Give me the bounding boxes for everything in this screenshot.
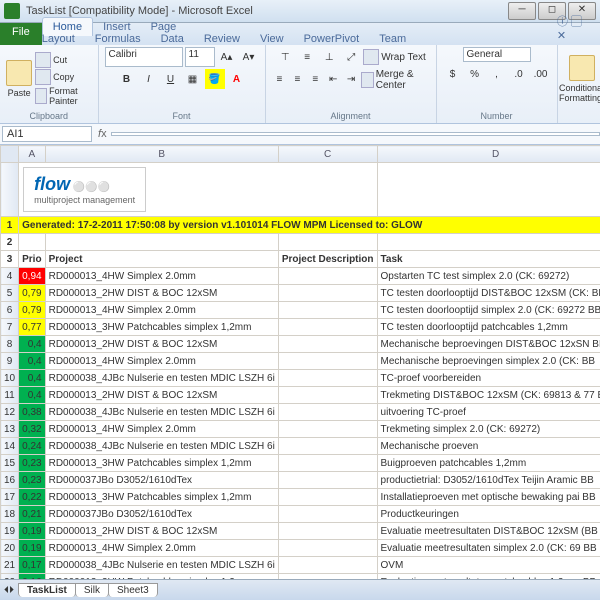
increase-font-icon[interactable]: A▴ [217,47,237,67]
table-row[interactable]: 130,32RD000013_4HW Simplex 2.0mmTrekmeti… [1,421,600,438]
generated-text: Generated: 17-2-2011 17:50:08 by version… [19,217,600,234]
sheet-tab[interactable]: Sheet3 [108,583,158,597]
table-row[interactable]: 140,24RD000038_4JBc Nulserie en testen M… [1,438,600,455]
decrease-font-icon[interactable]: A▾ [239,47,259,67]
ribbon: Paste Cut Copy Format Painter Clipboard … [0,45,600,124]
formula-bar: AI1 fx [0,124,600,145]
ribbon-tabs: File HomeInsertPage LayoutFormulasDataRe… [0,23,600,45]
formula-input[interactable] [111,132,600,136]
number-format-select[interactable]: General [463,47,531,62]
border-button[interactable]: ▦ [183,69,203,89]
table-row[interactable]: 100,4RD000038_4JBc Nulserie en testen MD… [1,370,600,387]
table-row[interactable]: 150,23RD000013_3HW Patchcables simplex 1… [1,455,600,472]
flow-logo: flow ⚪⚪⚪multiproject management [23,167,146,212]
column-header[interactable]: C [278,146,377,163]
column-header[interactable]: B [45,146,278,163]
font-color-button[interactable]: A [227,69,247,89]
table-row[interactable]: 120,38RD000038_4JBc Nulserie en testen M… [1,404,600,421]
font-name-select[interactable]: Calibri [105,47,183,67]
name-box[interactable]: AI1 [2,126,92,142]
fx-icon[interactable]: fx [98,128,107,140]
table-row[interactable]: 80,4RD000013_2HW DIST & BOC 12xSMMechani… [1,336,600,353]
paste-button[interactable]: Paste [6,60,32,98]
italic-button[interactable]: I [139,69,159,89]
merge-center-button[interactable]: Merge & Center [361,69,429,91]
table-row[interactable]: 210,17RD000038_4JBc Nulserie en testen M… [1,557,600,574]
format-painter-button[interactable]: Format Painter [35,86,91,106]
table-row[interactable]: 90,4RD000013_4HW Simplex 2.0mmMechanisch… [1,353,600,370]
column-header[interactable]: A [19,146,45,163]
table-row[interactable]: 160,23RD000037JBo D3052/1610dTexproducti… [1,472,600,489]
wrap-text-button[interactable]: Wrap Text [363,47,426,67]
table-row[interactable]: 200,19RD000013_4HW Simplex 2.0mmEvaluati… [1,540,600,557]
bold-button[interactable]: B [117,69,137,89]
select-all-corner[interactable] [1,146,19,163]
table-row[interactable]: 170,22RD000013_3HW Patchcables simplex 1… [1,489,600,506]
column-header[interactable]: D [377,146,600,163]
file-tab[interactable]: File [0,23,42,45]
table-row[interactable]: 40,94RD000013_4HW Simplex 2.0mmOpstarten… [1,268,600,285]
cut-button[interactable]: Cut [35,52,91,68]
table-row[interactable]: 70,77RD000013_3HW Patchcables simplex 1,… [1,319,600,336]
fill-color-button[interactable]: 🪣 [205,69,225,89]
align-left-icon[interactable]: ≡ [272,69,288,89]
help-icon[interactable]: ⓘ ▢ ✕ [551,10,600,45]
table-row[interactable]: 110,4RD000013_2HW DIST & BOC 12xSMTrekme… [1,387,600,404]
underline-button[interactable]: U [161,69,181,89]
status-bar: ⏴⏵ TaskListSilkSheet3 [0,579,600,600]
window-title: TaskList [Compatibility Mode] - Microsof… [26,5,508,17]
excel-icon [4,3,20,19]
conditional-formatting-button[interactable]: Conditional Formatting [564,55,600,103]
orientation-icon[interactable]: ⤢ [341,47,361,67]
sheet-tab[interactable]: Silk [75,583,109,597]
sheet-tab[interactable]: TaskList [18,583,76,597]
font-size-select[interactable]: 11 [185,47,215,67]
table-row[interactable]: 180,21RD000037JBo D3052/1610dTexProductk… [1,506,600,523]
worksheet[interactable]: ABCDEFGHIJKLMNflow ⚪⚪⚪multiproject manag… [0,145,600,585]
align-top-icon[interactable]: ⊤ [275,47,295,67]
minimize-button[interactable]: ─ [508,2,536,20]
copy-button[interactable]: Copy [35,69,91,85]
table-row[interactable]: 60,79RD000013_4HW Simplex 2.0mmTC testen… [1,302,600,319]
table-row[interactable]: 50,79RD000013_2HW DIST & BOC 12xSMTC tes… [1,285,600,302]
table-row[interactable]: 190,19RD000013_2HW DIST & BOC 12xSMEvalu… [1,523,600,540]
